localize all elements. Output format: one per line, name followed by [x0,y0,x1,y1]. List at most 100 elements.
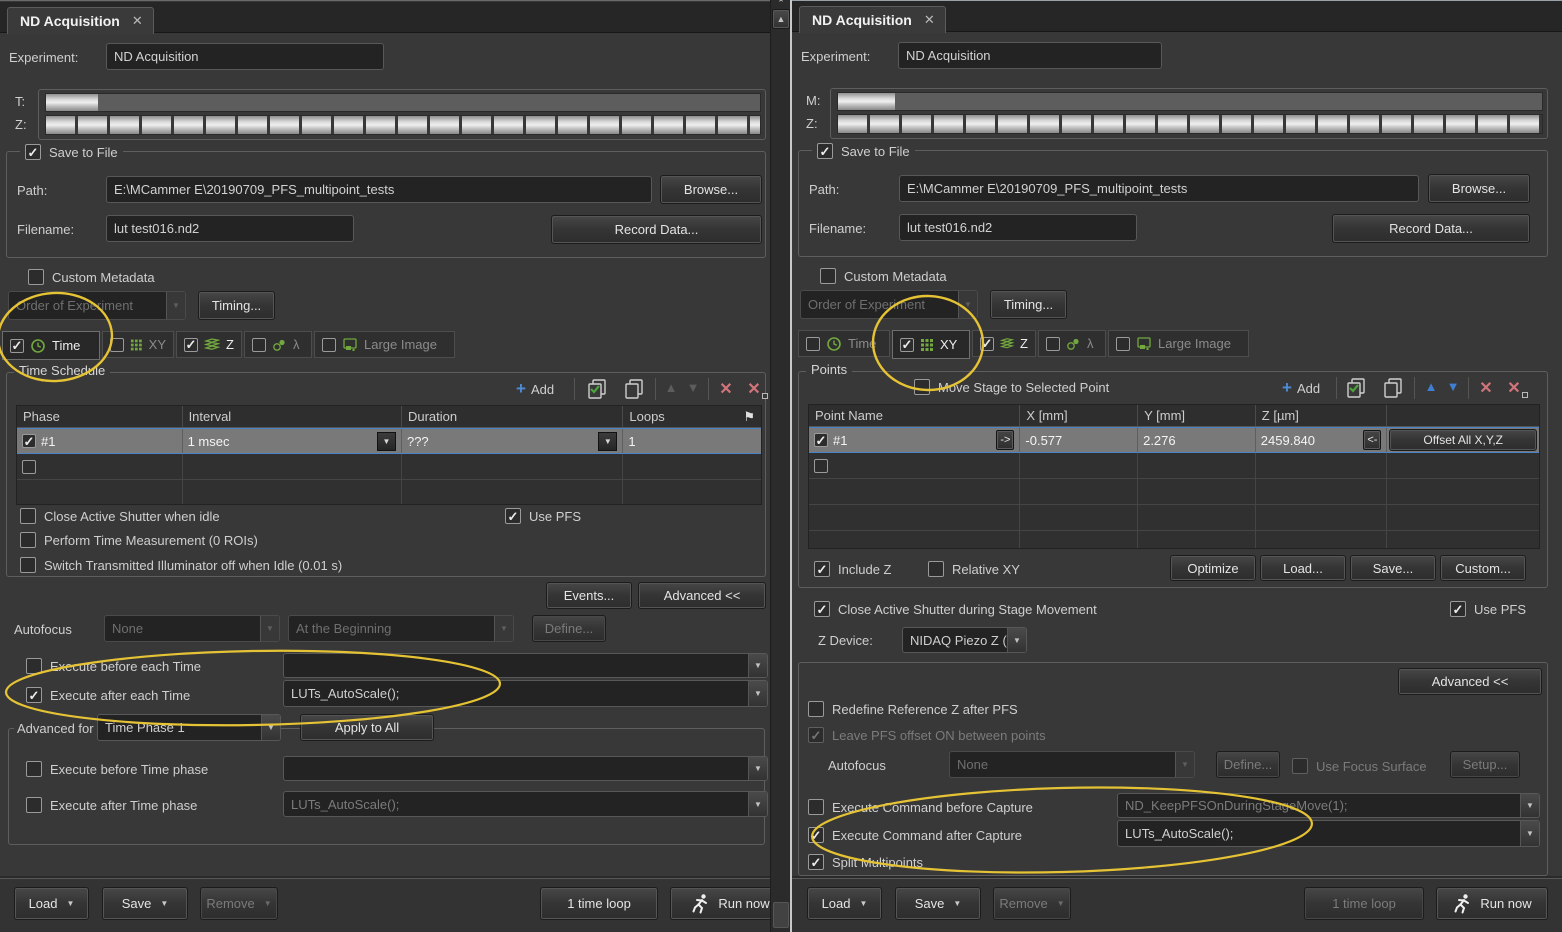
offset-all-button[interactable]: Offset All X,Y,Z [1389,429,1537,451]
move-down-icon[interactable] [1444,379,1462,394]
custom-metadata-checkbox[interactable] [820,268,836,284]
point1-checkbox[interactable] [814,433,828,447]
tab-nd-acquisition[interactable]: ND Acquisition [799,6,946,33]
delete-all-icon[interactable] [744,379,764,399]
record-data-button[interactable]: Record Data... [551,215,762,244]
run-now-button[interactable]: Run now [670,887,770,920]
exec-after-phase-checkbox[interactable] [26,797,42,813]
move-down-icon[interactable] [684,380,702,395]
delete-icon[interactable] [1476,378,1496,398]
advanced-toggle-button[interactable]: Advanced << [638,582,766,609]
use-pfs-checkbox[interactable] [1450,601,1466,617]
lambda-tab-checkbox[interactable] [252,338,266,352]
z-device-dropdown[interactable]: NIDAQ Piezo Z (na [902,627,1027,653]
exec-after-time-combo[interactable]: LUTs_AutoScale(); [283,680,768,707]
tab-time[interactable]: Time [798,330,890,357]
z-tab-checkbox[interactable] [980,337,994,351]
use-pfs-checkbox[interactable] [505,508,521,524]
table-row-empty1[interactable] [809,453,1539,479]
large-image-tab-checkbox[interactable] [322,338,336,352]
tab-large-image[interactable]: Large Image [314,331,455,358]
move-up-icon[interactable] [662,380,680,395]
points-load-button[interactable]: Load... [1260,555,1346,581]
add-point-button[interactable]: Add [1282,378,1320,398]
path-input[interactable]: E:\MCammer E\20190709_PFS_multipoint_tes… [899,175,1419,202]
exec-before-capture-combo[interactable]: ND_KeepPFSOnDuringStageMove(1); [1117,793,1540,818]
tab-z[interactable]: Z [972,330,1036,357]
copy-checked-icon[interactable] [1344,376,1368,400]
path-input[interactable]: E:\MCammer E\20190709_PFS_multipoint_tes… [106,176,652,203]
interval-dropdown[interactable] [377,432,396,451]
close-shutter-checkbox[interactable] [814,601,830,617]
filename-input[interactable]: lut test016.nd2 [106,215,354,242]
table-row-point1[interactable]: #1-> -0.577 2.276 2459.840<- Offset All … [809,427,1539,453]
exec-before-time-checkbox[interactable] [26,658,42,674]
duration-dropdown[interactable] [598,432,617,451]
load-button[interactable]: Load▼ [807,887,882,920]
time-loop-button[interactable]: 1 time loop [540,887,658,920]
setup-button[interactable]: Setup... [1450,751,1520,778]
leave-pfs-checkbox[interactable] [808,727,824,743]
time-tab-checkbox[interactable] [10,339,24,353]
points-custom-button[interactable]: Custom... [1440,555,1526,581]
delete-icon[interactable] [716,379,736,399]
save-to-file-checkbox[interactable] [817,143,833,159]
close-icon[interactable] [132,13,143,29]
points-save-button[interactable]: Save... [1350,555,1436,581]
large-image-tab-checkbox[interactable] [1116,337,1130,351]
tab-xy[interactable]: XY [102,331,174,358]
get-position-button[interactable]: <- [1363,430,1381,450]
define-button[interactable]: Define... [532,615,606,642]
autofocus-dropdown[interactable]: None [949,751,1195,778]
remove-button[interactable]: Remove▼ [993,887,1071,920]
copy-checked-icon[interactable] [585,377,609,401]
new-phase-checkbox[interactable] [22,460,36,474]
run-now-button[interactable]: Run now [1436,887,1548,920]
save-button[interactable]: Save▼ [102,887,188,920]
exec-after-capture-checkbox[interactable] [808,827,824,843]
xy-tab-checkbox[interactable] [900,338,914,352]
move-up-icon[interactable] [1422,379,1440,394]
add-phase-button[interactable]: Add [516,379,554,399]
exec-after-capture-combo[interactable]: LUTs_AutoScale(); [1117,820,1540,847]
browse-button[interactable]: Browse... [1428,174,1530,203]
vertical-scrollbar[interactable] [770,0,790,932]
use-focus-surface-checkbox[interactable] [1292,758,1308,774]
browse-button[interactable]: Browse... [660,175,762,204]
advanced-toggle-button[interactable]: Advanced << [1398,668,1542,695]
define-button[interactable]: Define... [1216,751,1280,778]
time-tab-checkbox[interactable] [806,337,820,351]
save-button[interactable]: Save▼ [895,887,981,920]
table-row-empty3[interactable] [809,505,1539,531]
apply-to-all-button[interactable]: Apply to All [300,714,434,741]
timing-button[interactable]: Timing... [198,291,275,320]
xy-tab-checkbox[interactable] [110,338,124,352]
goto-point-button[interactable]: -> [996,430,1014,450]
relative-xy-checkbox[interactable] [928,561,944,577]
redefine-reference-checkbox[interactable] [808,701,824,717]
duplicate-icon[interactable] [622,377,646,401]
time-phase-dropdown[interactable]: Time Phase 1 [97,714,281,741]
timing-button[interactable]: Timing... [990,290,1067,319]
delete-all-icon[interactable] [1504,378,1524,398]
autofocus-dropdown[interactable]: None [104,615,280,642]
tab-time[interactable]: Time [2,331,100,360]
order-of-experiment-dropdown[interactable]: Order of Experiment [800,290,978,319]
load-button[interactable]: Load▼ [14,887,89,920]
tab-nd-acquisition[interactable]: ND Acquisition [7,7,154,34]
split-multipoints-checkbox[interactable] [808,854,824,870]
exec-before-phase-checkbox[interactable] [26,761,42,777]
table-row-empty2[interactable] [809,479,1539,505]
phase1-checkbox[interactable] [22,434,36,448]
tab-large-image[interactable]: Large Image [1108,330,1249,357]
exec-after-phase-combo[interactable]: LUTs_AutoScale(); [283,791,768,817]
z-tab-checkbox[interactable] [184,338,198,352]
scroll-thumb[interactable] [773,902,789,928]
exec-before-time-combo[interactable] [283,653,768,678]
optimize-button[interactable]: Optimize [1170,555,1256,581]
move-stage-checkbox[interactable] [914,379,930,395]
exec-after-time-checkbox[interactable] [26,687,42,703]
include-z-checkbox[interactable] [814,561,830,577]
exec-before-phase-combo[interactable] [283,756,768,781]
exec-before-capture-checkbox[interactable] [808,799,824,815]
